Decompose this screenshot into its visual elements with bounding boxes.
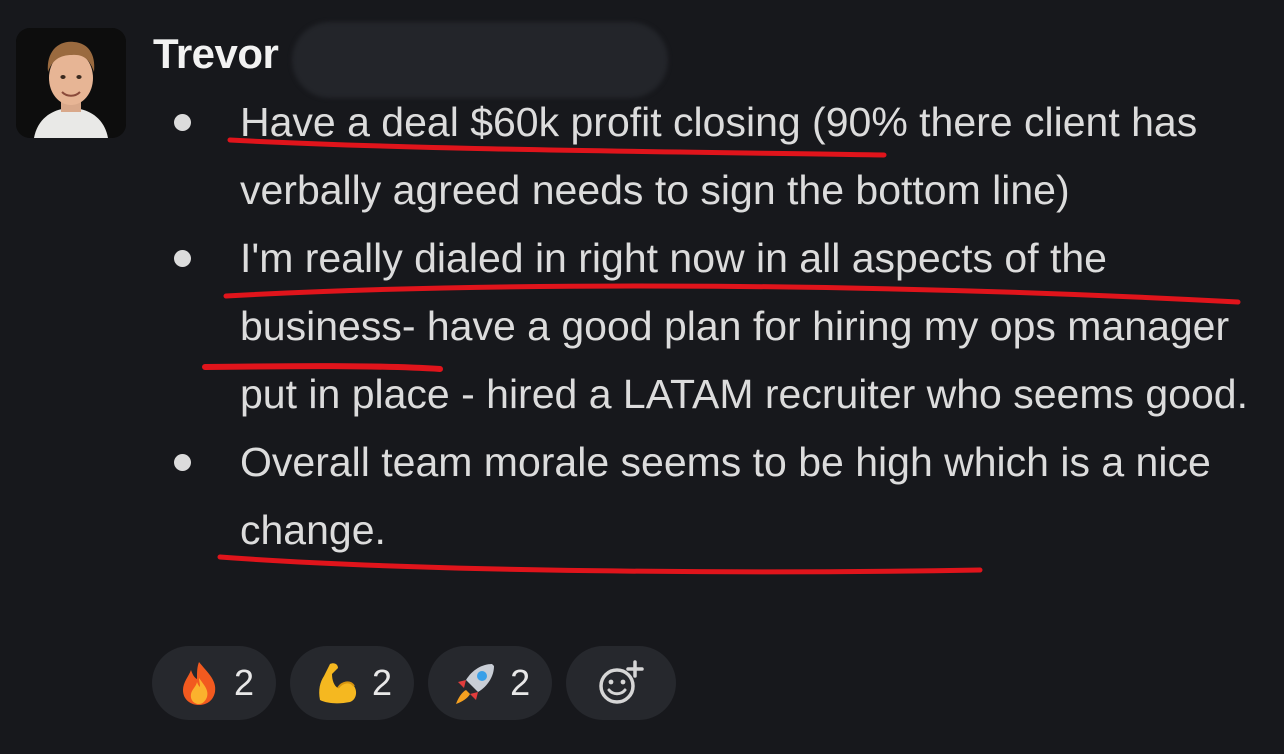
add-reaction-button[interactable] [566,646,677,720]
reaction-bar: 2 2 2 [152,646,677,720]
add-emoji-icon [599,660,644,704]
bullet-item: Have a deal $60k profit closing (90% the… [170,88,1270,224]
slack-message-view: Trevor Have a deal $60k profit closing (… [0,0,1284,754]
bullet-text: Have a deal $60k profit closing (90% the… [240,99,1198,213]
flexed-biceps-icon [314,660,360,706]
bullet-text: I'm really dialed in right now in all as… [240,235,1249,417]
avatar[interactable] [16,28,126,138]
bullet-dot-icon [174,250,191,267]
reaction-rocket[interactable]: 2 [428,646,553,720]
rocket-icon [452,660,498,706]
bullet-text: Overall team morale seems to be high whi… [240,439,1211,553]
fire-icon [176,660,222,706]
bullet-item: I'm really dialed in right now in all as… [170,224,1270,428]
reaction-count: 2 [372,662,393,703]
reaction-count: 2 [510,662,531,703]
message-author[interactable]: Trevor [153,30,279,78]
bullet-dot-icon [174,454,191,471]
bullet-item: Overall team morale seems to be high whi… [170,428,1270,564]
reaction-fire[interactable]: 2 [152,646,277,720]
message-body: Have a deal $60k profit closing (90% the… [170,88,1270,564]
bullet-dot-icon [174,114,191,131]
reaction-count: 2 [234,662,255,703]
reaction-flexed-biceps[interactable]: 2 [290,646,415,720]
redacted-name-overlay [292,22,668,98]
